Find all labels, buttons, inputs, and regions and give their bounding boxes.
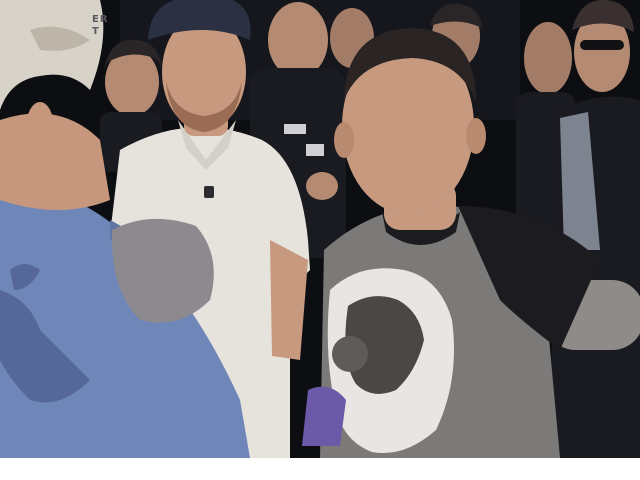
lapel-microphone xyxy=(204,186,214,198)
crowd-person-face xyxy=(524,22,572,94)
crowd-person-face xyxy=(268,2,328,78)
right-person-hand xyxy=(302,386,346,446)
right-person-ear xyxy=(466,118,486,154)
right-person-shirt-print-rose xyxy=(332,336,368,372)
sunglasses xyxy=(580,40,624,50)
crowd-person-patch xyxy=(284,124,306,134)
crowd-person-patch xyxy=(306,144,324,156)
background-banner-text: ER T xyxy=(92,14,109,37)
letterbox-bar xyxy=(0,458,640,480)
scene-illustration xyxy=(0,0,640,458)
right-person-ear xyxy=(334,122,354,158)
crowd-person-hand xyxy=(306,172,338,200)
left-person-ear xyxy=(26,102,54,154)
video-frame: ER T xyxy=(0,0,640,458)
